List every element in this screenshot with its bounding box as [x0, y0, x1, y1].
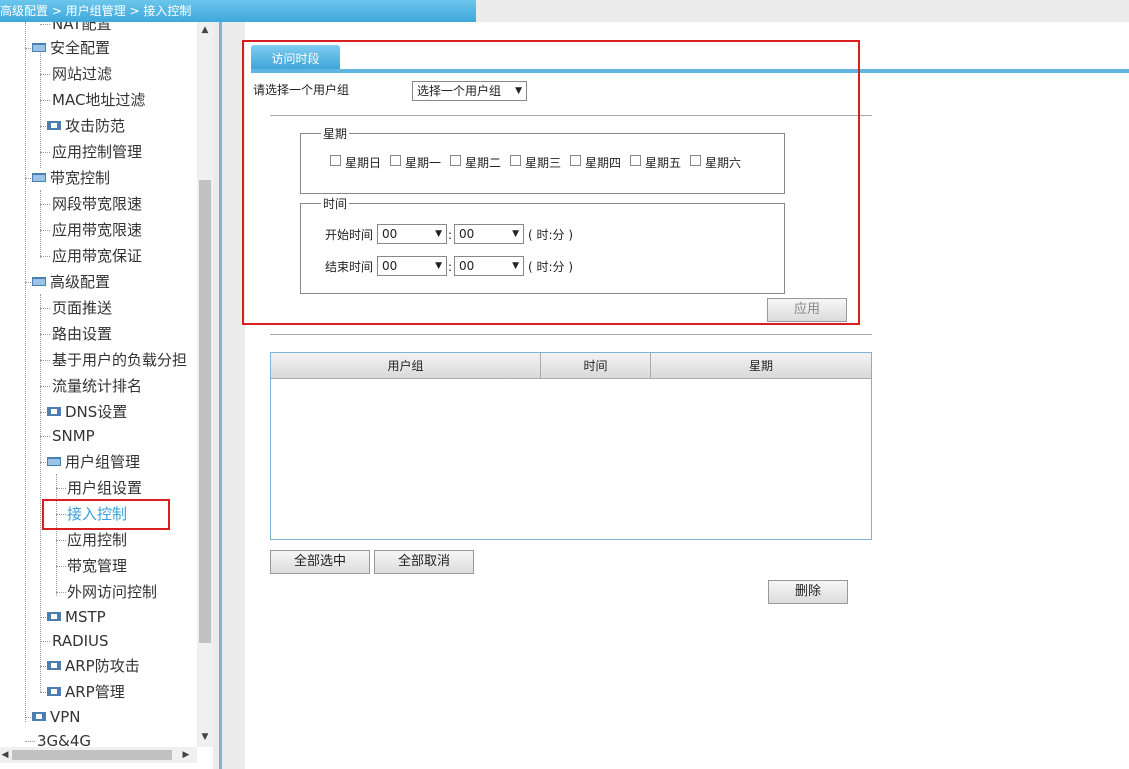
folder-closed-icon — [47, 121, 61, 130]
scroll-right-icon[interactable]: ▶ — [180, 747, 192, 763]
sidebar-item-arp-mgmt[interactable]: ARP管理 — [65, 680, 125, 704]
sidebar-item-advanced[interactable]: 高级配置 — [50, 270, 110, 294]
column-header-user-group[interactable]: 用户组 — [271, 353, 541, 379]
sidebar-horizontal-scrollbar[interactable]: ◀ ▶ — [0, 747, 197, 763]
sidebar-item-dns[interactable]: DNS设置 — [65, 400, 127, 424]
column-header-time[interactable]: 时间 — [541, 353, 651, 379]
sidebar-item-user-group-settings[interactable]: 用户组设置 — [67, 476, 142, 500]
sidebar-item-segment-limit[interactable]: 网段带宽限速 — [52, 192, 142, 216]
folder-open-icon — [32, 277, 46, 286]
sidebar-tree: NAT配置 安全配置 网站过滤 MAC地址过滤 攻击防范 应用控制管理 带宽控制… — [0, 22, 213, 769]
scroll-left-icon[interactable]: ◀ — [0, 747, 10, 763]
sidebar-item-app-guarantee[interactable]: 应用带宽保证 — [52, 244, 142, 268]
folder-open-icon — [32, 173, 46, 182]
sidebar-item-arp-defense[interactable]: ARP防攻击 — [65, 654, 140, 678]
frame-divider — [219, 22, 222, 769]
folder-closed-icon — [32, 712, 46, 721]
folder-closed-icon — [47, 407, 61, 416]
scroll-up-icon[interactable]: ▲ — [197, 22, 213, 38]
sidebar-item-app-limit[interactable]: 应用带宽限速 — [52, 218, 142, 242]
sidebar-item-nat[interactable]: NAT配置 — [52, 22, 111, 36]
folder-closed-icon — [47, 661, 61, 670]
sidebar-item-mac-filter[interactable]: MAC地址过滤 — [52, 88, 145, 112]
sidebar-item-mstp[interactable]: MSTP — [65, 605, 106, 629]
scrollbar-thumb[interactable] — [199, 180, 211, 643]
highlight-box — [42, 499, 170, 530]
delete-button[interactable]: 删除 — [768, 580, 848, 604]
sidebar-item-app-control[interactable]: 应用控制 — [67, 528, 127, 552]
sidebar-item-user-group-mgmt[interactable]: 用户组管理 — [65, 450, 140, 474]
folder-closed-icon — [47, 612, 61, 621]
sidebar-item-routing[interactable]: 路由设置 — [52, 322, 112, 346]
sidebar-item-vpn[interactable]: VPN — [50, 705, 81, 729]
scrollbar-thumb[interactable] — [12, 750, 172, 760]
folder-open-icon — [47, 457, 61, 466]
access-control-table: 用户组 时间 星期 — [270, 352, 872, 540]
table-header: 用户组 时间 星期 — [271, 353, 871, 379]
sidebar-item-page-push[interactable]: 页面推送 — [52, 296, 112, 320]
frame-splitter[interactable] — [213, 22, 245, 769]
breadcrumb: 高级配置 > 用户组管理 > 接入控制 — [0, 0, 476, 22]
sidebar-item-app-control-mgmt[interactable]: 应用控制管理 — [52, 140, 142, 164]
sidebar-item-attack-defense[interactable]: 攻击防范 — [65, 114, 125, 138]
sidebar-item-bandwidth-mgmt[interactable]: 带宽管理 — [67, 554, 127, 578]
highlight-box — [242, 40, 860, 325]
sidebar-item-radius[interactable]: RADIUS — [52, 629, 109, 653]
deselect-all-button[interactable]: 全部取消 — [374, 550, 474, 574]
sidebar-vertical-scrollbar[interactable]: ▲ ▼ — [197, 22, 213, 747]
sidebar-item-traffic-ranking[interactable]: 流量统计排名 — [52, 374, 142, 398]
sidebar-item-bandwidth[interactable]: 带宽控制 — [50, 166, 110, 190]
folder-closed-icon — [47, 687, 61, 696]
sidebar-item-wan-access-control[interactable]: 外网访问控制 — [67, 580, 157, 604]
sidebar-item-security[interactable]: 安全配置 — [50, 36, 110, 60]
divider — [270, 334, 872, 335]
column-header-weekday[interactable]: 星期 — [651, 353, 871, 379]
scroll-down-icon[interactable]: ▼ — [197, 729, 213, 745]
sidebar-item-user-load-balance[interactable]: 基于用户的负载分担 — [52, 348, 187, 372]
sidebar-item-web-filter[interactable]: 网站过滤 — [52, 62, 112, 86]
select-all-button[interactable]: 全部选中 — [270, 550, 370, 574]
folder-open-icon — [32, 43, 46, 52]
sidebar-item-snmp[interactable]: SNMP — [52, 424, 95, 448]
